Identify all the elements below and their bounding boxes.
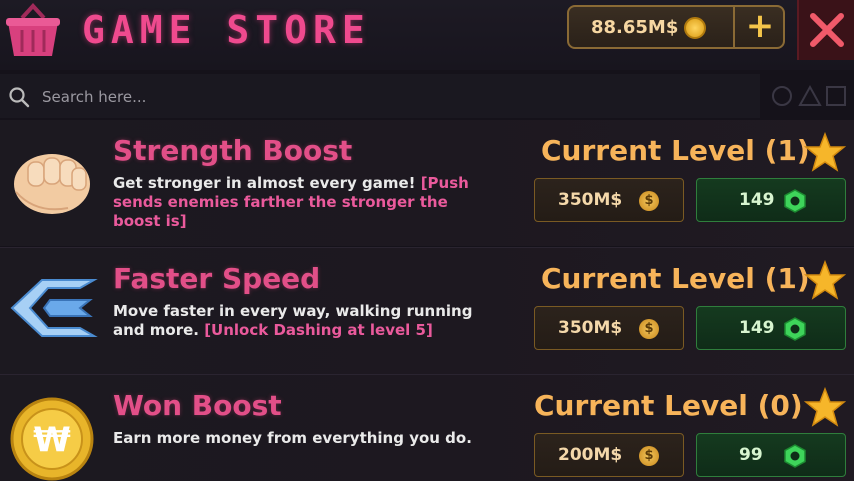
description-text: Earn more money from everything you do. (113, 429, 472, 447)
current-level: Current Level (1) (541, 262, 810, 295)
currency-amount: 88.65M$ (591, 17, 679, 38)
buy-with-gems-button[interactable]: 99 (696, 433, 846, 477)
buy-with-money-button[interactable]: 350M$ $ (534, 178, 684, 222)
speed-arrow-icon (10, 279, 98, 337)
buy-with-money-button[interactable]: 350M$ $ (534, 306, 684, 350)
store-item-won-boost: ₩ Won Boost Earn more money from everyth… (0, 374, 854, 481)
add-currency-button[interactable]: + (737, 7, 783, 47)
store-item-faster-speed: Faster Speed Move faster in every way, w… (0, 247, 854, 374)
currency-divider (733, 7, 735, 47)
price-label: 200M$ (558, 445, 623, 465)
circle-triangle-square-icon (772, 84, 846, 106)
buy-with-gems-button[interactable]: 149 (696, 178, 846, 222)
gem-price-label: 99 (739, 445, 763, 465)
currency-display: 88.65M$ + (567, 5, 785, 49)
won-coin-icon: ₩ (10, 397, 94, 481)
current-level: Current Level (1) (541, 134, 810, 167)
star-icon (804, 387, 846, 427)
item-description: Get stronger in almost every game! [Push… (113, 174, 498, 231)
gem-icon (784, 317, 806, 341)
item-name: Won Boost (113, 389, 282, 422)
star-icon (804, 132, 846, 172)
dollar-coin-icon: $ (639, 191, 659, 211)
search-bar (0, 74, 760, 118)
page-title: GAME STORE (82, 8, 371, 52)
dollar-coin-icon: $ (639, 446, 659, 466)
svg-text:₩: ₩ (33, 420, 71, 460)
item-name: Faster Speed (113, 262, 321, 295)
buy-with-gems-button[interactable]: 149 (696, 306, 846, 350)
store-item-strength-boost: Strength Boost Get stronger in almost ev… (0, 120, 854, 246)
close-button[interactable] (797, 0, 854, 60)
description-text: Get stronger in almost every game! (113, 174, 421, 192)
basket-icon (6, 3, 60, 56)
price-label: 350M$ (558, 318, 623, 338)
search-input[interactable] (40, 84, 644, 110)
coin-icon (684, 17, 706, 39)
current-level: Current Level (0) (534, 389, 803, 422)
store-header: GAME STORE 88.65M$ + (0, 0, 854, 70)
item-name: Strength Boost (113, 134, 353, 167)
price-label: 350M$ (558, 190, 623, 210)
search-icon (9, 87, 30, 108)
fist-icon (14, 154, 90, 214)
dollar-coin-icon: $ (639, 319, 659, 339)
close-icon (810, 13, 844, 47)
star-icon (804, 260, 846, 300)
item-description: Move faster in every way, walking runnin… (113, 302, 498, 340)
gem-price-label: 149 (739, 190, 775, 210)
buy-with-money-button[interactable]: 200M$ $ (534, 433, 684, 477)
plus-icon: + (745, 6, 775, 46)
item-description: Earn more money from everything you do. (113, 429, 498, 448)
gem-icon (784, 189, 806, 213)
gem-icon (784, 444, 806, 468)
description-highlight: [Unlock Dashing at level 5] (204, 321, 433, 339)
gem-price-label: 149 (739, 318, 775, 338)
